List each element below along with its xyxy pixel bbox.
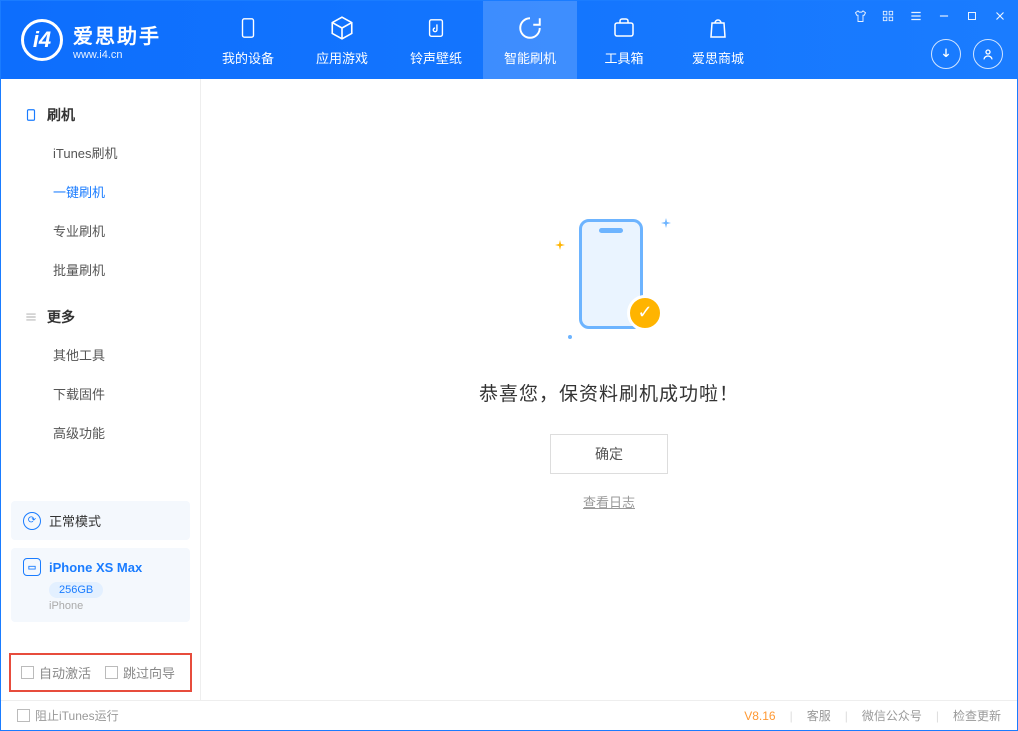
bag-icon (704, 14, 732, 42)
download-button[interactable] (931, 39, 961, 69)
device-mode[interactable]: ⟳ 正常模式 (11, 501, 190, 540)
check-badge-icon: ✓ (627, 295, 663, 331)
tab-ringtone-wallpaper[interactable]: 铃声壁纸 (389, 1, 483, 79)
tab-store[interactable]: 爱思商城 (671, 1, 765, 79)
phone-small-icon (23, 107, 39, 123)
success-illustration: ✓ (549, 209, 669, 349)
checkbox-icon (105, 666, 118, 679)
logo: i4 爱思助手 www.i4.cn (1, 19, 201, 61)
device-type: iPhone (49, 600, 178, 612)
sidebar-item-itunes-flash[interactable]: iTunes刷机 (1, 133, 200, 172)
sidebar-item-pro-flash[interactable]: 专业刷机 (1, 211, 200, 250)
footer-link-update[interactable]: 检查更新 (953, 707, 1001, 724)
footer-link-support[interactable]: 客服 (807, 707, 831, 724)
app-subtitle: www.i4.cn (73, 49, 161, 61)
minimize-button[interactable] (935, 7, 953, 25)
ok-button[interactable]: 确定 (550, 434, 668, 474)
maximize-button[interactable] (963, 7, 981, 25)
tab-my-device[interactable]: 我的设备 (201, 1, 295, 79)
sidebar-item-advanced[interactable]: 高级功能 (1, 413, 200, 452)
briefcase-icon (610, 14, 638, 42)
tab-toolbox[interactable]: 工具箱 (577, 1, 671, 79)
tab-apps-games[interactable]: 应用游戏 (295, 1, 389, 79)
group-more: 更多 (1, 299, 200, 335)
status-bar: 阻止iTunes运行 V8.16 | 客服 | 微信公众号 | 检查更新 (1, 700, 1017, 730)
sidebar-item-other-tools[interactable]: 其他工具 (1, 335, 200, 374)
footer-link-wechat[interactable]: 微信公众号 (862, 707, 922, 724)
menu-icon[interactable] (907, 7, 925, 25)
flash-options-highlight: 自动激活 跳过向导 (9, 653, 192, 692)
tshirt-icon[interactable] (851, 7, 869, 25)
sidebar: 刷机 iTunes刷机 一键刷机 专业刷机 批量刷机 更多 其他工具 下载固件 … (1, 79, 201, 700)
checkbox-skip-guide[interactable]: 跳过向导 (105, 663, 175, 682)
refresh-shield-icon (516, 14, 544, 42)
sidebar-item-oneclick-flash[interactable]: 一键刷机 (1, 172, 200, 211)
logo-icon: i4 (21, 19, 63, 61)
music-file-icon (422, 14, 450, 42)
phone-icon (234, 14, 262, 42)
sidebar-item-download-firmware[interactable]: 下载固件 (1, 374, 200, 413)
checkbox-icon (21, 666, 34, 679)
sidebar-item-batch-flash[interactable]: 批量刷机 (1, 250, 200, 289)
close-button[interactable] (991, 7, 1009, 25)
user-button[interactable] (973, 39, 1003, 69)
tab-smart-flash[interactable]: 智能刷机 (483, 1, 577, 79)
device-info[interactable]: ▭ iPhone XS Max 256GB iPhone (11, 548, 190, 622)
cube-icon (328, 14, 356, 42)
app-header: i4 爱思助手 www.i4.cn 我的设备 应用游戏 铃声壁纸 智能刷机 工具… (1, 1, 1017, 79)
checkbox-auto-activate[interactable]: 自动激活 (21, 663, 91, 682)
header-round-buttons (931, 39, 1003, 69)
device-icon: ▭ (23, 558, 41, 576)
mode-icon: ⟳ (23, 512, 41, 530)
group-flash: 刷机 (1, 97, 200, 133)
list-icon (23, 309, 39, 325)
version-label: V8.16 (744, 709, 775, 723)
app-title: 爱思助手 (73, 20, 161, 49)
device-name: iPhone XS Max (49, 560, 142, 575)
nav-tabs: 我的设备 应用游戏 铃声壁纸 智能刷机 工具箱 爱思商城 (201, 1, 765, 79)
view-log-link[interactable]: 查看日志 (583, 492, 635, 511)
device-capacity: 256GB (49, 582, 103, 598)
grid-icon[interactable] (879, 7, 897, 25)
checkbox-block-itunes[interactable]: 阻止iTunes运行 (17, 707, 119, 724)
success-message: 恭喜您，保资料刷机成功啦！ (479, 379, 739, 406)
window-controls (851, 7, 1009, 25)
checkbox-icon (17, 709, 30, 722)
main-content: ✓ 恭喜您，保资料刷机成功啦！ 确定 查看日志 (201, 79, 1017, 700)
